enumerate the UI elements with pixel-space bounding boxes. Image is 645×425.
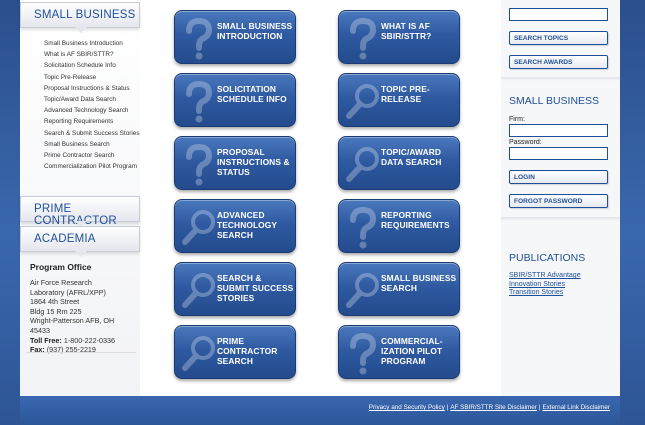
sidebar-divider (26, 352, 136, 353)
search-topics-button[interactable]: SEARCH TOPICS (509, 31, 608, 45)
prime-contractor-heading: PRIME CONTRACTOR (34, 203, 117, 227)
privacy-policy-link[interactable]: Privacy and Security Policy (369, 404, 445, 411)
toll-free-number: 1-800-222-0336 (63, 335, 115, 345)
small-business-section-header[interactable]: SMALL BUSINESS (20, 2, 140, 33)
address-line: Wright-Patterson AFB, OH (30, 316, 115, 326)
left-sidebar: SMALL BUSINESS Small Business Introducti… (20, 0, 140, 396)
small-business-nav: Small Business Introduction What is AF S… (44, 38, 140, 172)
magnifier-icon (182, 210, 215, 245)
tile-what-is-sbir[interactable]: What is AF SBIR/STTR? (338, 10, 460, 64)
nav-item-small-business-search[interactable]: Small Business Search (44, 139, 140, 150)
nav-item-commercialization-pilot[interactable]: Commercialization Pilot Program (44, 161, 140, 172)
nav-item-small-business-introduction[interactable]: Small Business Introduction (44, 38, 140, 49)
search-awards-button[interactable]: SEARCH AWARDS (509, 55, 608, 69)
publication-link-sbir-sttr-advantage[interactable]: SBIR/STTR Advantage (509, 272, 581, 281)
question-icon (350, 206, 377, 249)
tile-label: Proposal Instructions & Status (217, 147, 290, 177)
address-line: 45433 (30, 325, 50, 335)
nav-item-prime-contractor-search[interactable]: Prime Contractor Search (44, 150, 140, 161)
tile-label: What is AF SBIR/STTR? (381, 21, 432, 41)
question-icon (186, 80, 213, 123)
firm-input[interactable] (509, 124, 608, 137)
toll-free-label: Toll Free: (30, 335, 62, 345)
footer-links: Privacy and Security Policy | AF SBIR/STTR… (369, 404, 610, 411)
page: SMALL BUSINESS Small Business Introducti… (20, 0, 620, 425)
tile-advanced-technology-search[interactable]: Advanced Technology Search (174, 199, 296, 253)
nav-item-success-stories[interactable]: Search & Submit Success Stories (44, 128, 140, 139)
address-line: Air Force Research (30, 278, 92, 287)
footer: Privacy and Security Policy | AF SBIR/STTR… (20, 396, 620, 425)
tile-topic-award-search[interactable]: Topic/Award Data Search (338, 136, 460, 190)
nav-item-what-is-sbir[interactable]: What is AF SBIR/STTR? (44, 49, 140, 60)
right-sidebar: SEARCH TOPICS SEARCH AWARDS SMALL BUSINE… (501, 0, 620, 396)
nav-item-topic-award-search[interactable]: Topic/Award Data Search (44, 94, 140, 105)
sidebar-divider (501, 217, 620, 221)
publication-link-transition-stories[interactable]: Transition Stories (509, 289, 581, 298)
login-heading: SMALL BUSINESS (509, 95, 600, 107)
tile-reporting-requirements[interactable]: Reporting Requirements (338, 199, 460, 253)
nav-item-solicitation-schedule[interactable]: Solicitation Schedule Info (44, 60, 140, 71)
nav-item-reporting-requirements[interactable]: Reporting Requirements (44, 116, 140, 127)
nav-item-advanced-technology-search[interactable]: Advanced Technology Search (44, 105, 140, 116)
tile-solicitation-schedule[interactable]: Solicitation Schedule Info (174, 73, 296, 127)
tile-label: Small Business Search (381, 273, 457, 293)
tile-small-business-search[interactable]: Small Business Search (338, 262, 460, 316)
academia-section-header[interactable]: ACADEMIA (20, 226, 140, 257)
nav-item-proposal-instructions[interactable]: Proposal Instructions & Status (44, 83, 140, 94)
address-line: Bldg 15 Rm 225 (30, 306, 82, 316)
publication-links: SBIR/STTR Advantage Innovation Stories T… (509, 272, 581, 298)
tile-label: Small Business Introduction (217, 21, 293, 41)
login-button[interactable]: LOGIN (509, 170, 608, 184)
password-label: Password: (509, 139, 542, 146)
academia-heading: ACADEMIA (34, 233, 96, 245)
question-icon (186, 17, 213, 60)
question-icon (350, 17, 377, 60)
tile-label: Topic/Award Data Search (381, 147, 442, 167)
tile-label: Prime Contractor Search (217, 336, 278, 366)
tile-label: Commercial-ization Pilot Program (381, 336, 443, 366)
tile-commercialization-pilot[interactable]: Commercial-ization Pilot Program (338, 325, 460, 379)
tile-label: Topic Pre-Release (381, 84, 430, 104)
firm-label: Firm: (509, 116, 525, 123)
external-link-disclaimer-link[interactable]: External Link Disclaimer (542, 404, 610, 411)
tile-topic-pre-release[interactable]: Topic Pre-Release (338, 73, 460, 127)
tile-success-stories[interactable]: Search & Submit Success Stories (174, 262, 296, 316)
magnifier-icon (346, 273, 379, 308)
tile-prime-contractor-search[interactable]: Prime Contractor Search (174, 325, 296, 379)
program-office: Program Office Air Force Research Labora… (30, 262, 138, 355)
nav-item-topic-pre-release[interactable]: Topic Pre-Release (44, 72, 140, 83)
tile-label: Solicitation Schedule Info (217, 84, 287, 104)
forgot-password-button[interactable]: FORGOT PASSWORD (509, 194, 608, 208)
publications-heading: PUBLICATIONS (509, 252, 586, 264)
sidebar-divider (501, 77, 620, 81)
search-input[interactable] (509, 8, 608, 21)
program-office-title: Program Office (30, 262, 92, 272)
address-line: 1864 4th Street (30, 297, 80, 307)
password-input[interactable] (509, 147, 608, 160)
magnifier-icon (346, 84, 379, 119)
magnifier-icon (346, 147, 379, 182)
program-office-address: Air Force Research Laboratory (AFRL/XPP)… (30, 278, 138, 355)
question-icon (350, 332, 377, 375)
tile-label: Search & Submit Success Stories (217, 273, 294, 303)
address-line: Laboratory (AFRL/XPP) (30, 287, 106, 297)
tile-label: Reporting Requirements (381, 210, 450, 230)
tile-label: Advanced Technology Search (217, 210, 277, 240)
question-icon (186, 143, 213, 186)
publication-link-innovation-stories[interactable]: Innovation Stories (509, 281, 581, 290)
small-business-heading: SMALL BUSINESS (34, 9, 136, 21)
magnifier-icon (182, 336, 215, 371)
tile-small-business-introduction[interactable]: Small Business Introduction (174, 10, 296, 64)
magnifier-icon (182, 273, 215, 308)
tile-proposal-instructions[interactable]: Proposal Instructions & Status (174, 136, 296, 190)
prime-contractor-section-header[interactable]: PRIME CONTRACTOR (20, 196, 140, 227)
site-disclaimer-link[interactable]: AF SBIR/STTR Site Disclaimer (450, 404, 536, 411)
